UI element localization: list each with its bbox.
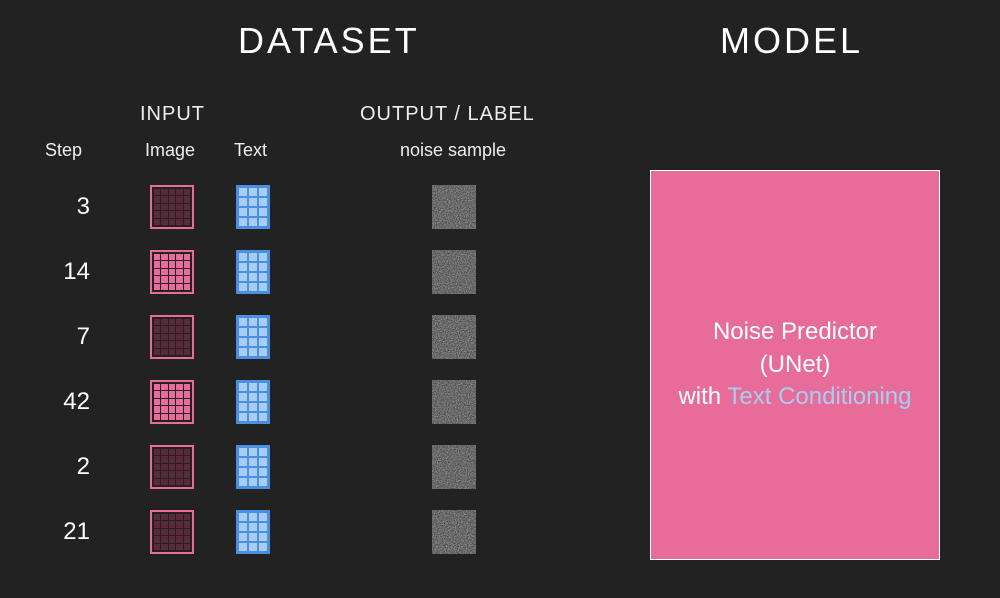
col-image: Image bbox=[145, 140, 195, 161]
image-token bbox=[150, 510, 194, 554]
image-token bbox=[150, 185, 194, 229]
noise-sample bbox=[432, 315, 476, 359]
text-token bbox=[236, 185, 270, 229]
noise-sample bbox=[432, 445, 476, 489]
step-label: 14 bbox=[50, 258, 90, 286]
noise-sample bbox=[432, 380, 476, 424]
step-label: 42 bbox=[50, 388, 90, 416]
model-line3-pre: with bbox=[678, 383, 727, 410]
model-box: Noise Predictor (UNet) with Text Conditi… bbox=[650, 170, 940, 560]
noise-sample bbox=[432, 185, 476, 229]
noise-sample bbox=[432, 510, 476, 554]
noise-sample bbox=[432, 250, 476, 294]
step-label: 7 bbox=[50, 323, 90, 351]
image-token bbox=[150, 315, 194, 359]
text-token bbox=[236, 380, 270, 424]
col-noise: noise sample bbox=[400, 140, 506, 161]
model-line1: Noise Predictor bbox=[713, 318, 877, 345]
text-token bbox=[236, 250, 270, 294]
text-token bbox=[236, 315, 270, 359]
input-subheader: INPUT bbox=[140, 103, 205, 126]
image-token bbox=[150, 380, 194, 424]
image-token bbox=[150, 250, 194, 294]
step-label: 21 bbox=[50, 518, 90, 546]
dataset-title: DATASET bbox=[238, 20, 420, 62]
image-token bbox=[150, 445, 194, 489]
model-title: MODEL bbox=[720, 20, 863, 62]
model-line2: (UNet) bbox=[760, 351, 831, 378]
step-label: 2 bbox=[50, 453, 90, 481]
output-subheader: OUTPUT / LABEL bbox=[360, 103, 535, 126]
model-label: Noise Predictor (UNet) with Text Conditi… bbox=[678, 316, 911, 413]
text-token bbox=[236, 510, 270, 554]
model-line3-link: Text Conditioning bbox=[727, 383, 911, 410]
text-token bbox=[236, 445, 270, 489]
step-label: 3 bbox=[50, 193, 90, 221]
col-text: Text bbox=[234, 140, 267, 161]
col-step: Step bbox=[45, 140, 82, 161]
